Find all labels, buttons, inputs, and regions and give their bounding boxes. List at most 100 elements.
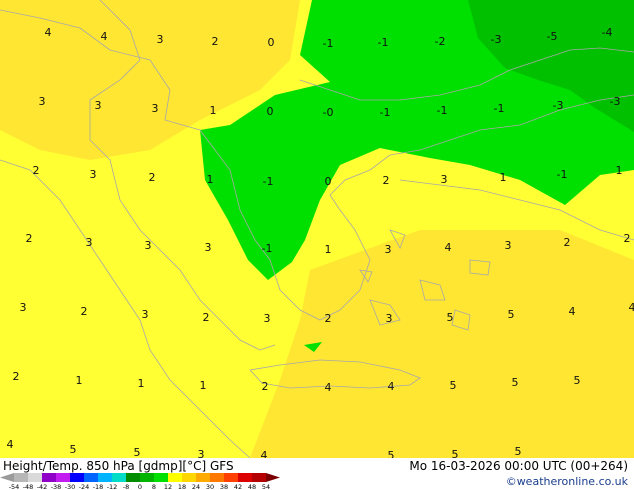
- scale-tick-label: 0: [138, 483, 142, 490]
- contour-label: 4: [325, 381, 332, 394]
- contour-label: 3: [441, 173, 448, 186]
- contour-label: 5: [452, 448, 459, 458]
- scale-tick-label: -30: [65, 483, 76, 490]
- contour-label: -3: [553, 99, 564, 112]
- scale-tick-label: -8: [123, 483, 129, 490]
- contour-label: -0: [323, 106, 334, 119]
- scale-swatch: [224, 473, 238, 482]
- contour-label: 2: [262, 380, 269, 393]
- scale-swatch: [14, 473, 28, 482]
- contour-label: 2: [33, 164, 40, 177]
- contour-label: -1: [378, 36, 389, 49]
- contour-label: 2: [564, 236, 571, 249]
- contour-label: 2: [624, 232, 631, 245]
- contour-label: 3: [198, 448, 205, 458]
- contour-label: -5: [547, 30, 558, 43]
- contour-label: 3: [152, 102, 159, 115]
- contour-label: -3: [610, 95, 621, 108]
- contour-label: 4: [388, 380, 395, 393]
- scale-tick-label: -12: [107, 483, 118, 490]
- contour-label: 5: [508, 308, 515, 321]
- scale-swatch: [56, 473, 70, 482]
- contour-label: 3: [385, 243, 392, 256]
- contour-label: 4: [569, 305, 576, 318]
- scale-swatch: [182, 473, 196, 482]
- contour-label: 3: [90, 168, 97, 181]
- contour-label: 2: [203, 311, 210, 324]
- contour-label: 4: [7, 438, 14, 451]
- scale-tick-label: 48: [248, 483, 256, 490]
- contour-label: -1: [323, 37, 334, 50]
- scale-swatch: [154, 473, 168, 482]
- scale-swatch: [266, 473, 280, 482]
- contour-label: -1: [380, 106, 391, 119]
- scale-swatch: [140, 473, 154, 482]
- contour-label: 1: [138, 377, 145, 390]
- contour-label: 0: [267, 105, 274, 118]
- scale-tick-label: 18: [178, 483, 186, 490]
- contour-label: 3: [39, 95, 46, 108]
- scale-swatch: [98, 473, 112, 482]
- color-scale-bar: -54 -48 -42 -38 -30 -24 -18 -12 -8 0 8 12 18 24 30 38 42…: [0, 473, 280, 490]
- contour-label: 4: [101, 30, 108, 43]
- contour-label: -3: [491, 33, 502, 46]
- contour-label: 2: [383, 174, 390, 187]
- contour-label: 4: [261, 449, 268, 458]
- contour-label: 5: [512, 376, 519, 389]
- contour-label: -1: [263, 175, 274, 188]
- contour-label: 4: [629, 301, 634, 314]
- contour-label: 5: [70, 443, 77, 456]
- contour-label: 5: [450, 379, 457, 392]
- contour-label: 1: [325, 243, 332, 256]
- contour-label: 3: [142, 308, 149, 321]
- scale-tick-label: 8: [152, 483, 156, 490]
- scale-swatch: [84, 473, 98, 482]
- contour-label: 3: [264, 312, 271, 325]
- contour-label: 2: [13, 370, 20, 383]
- contour-label: 3: [20, 301, 27, 314]
- contour-label: -1: [262, 242, 273, 255]
- contour-label: 3: [157, 33, 164, 46]
- contour-label: 3: [86, 236, 93, 249]
- scale-tick-label: 38: [220, 483, 228, 490]
- contour-label: 2: [26, 232, 33, 245]
- scale-swatch: [112, 473, 126, 482]
- contour-label: 5: [447, 311, 454, 324]
- contour-label: 3: [205, 241, 212, 254]
- contour-label: -1: [557, 168, 568, 181]
- scale-tick-label: 12: [164, 483, 172, 490]
- scale-swatch: [126, 473, 140, 482]
- contour-label: 2: [149, 171, 156, 184]
- contour-label: 2: [325, 312, 332, 325]
- contour-label: 3: [145, 239, 152, 252]
- contour-label: 0: [325, 175, 332, 188]
- scale-swatch: [168, 473, 182, 482]
- contour-label: 1: [76, 374, 83, 387]
- scale-tick-label: -42: [37, 483, 48, 490]
- scale-swatch: [28, 473, 42, 482]
- scale-tick-label: 42: [234, 483, 242, 490]
- contour-label: 3: [505, 239, 512, 252]
- scale-tick-label: 24: [192, 483, 200, 490]
- scale-tick-label: -18: [93, 483, 104, 490]
- credit-link[interactable]: ©weatheronline.co.uk: [506, 475, 628, 488]
- contour-label: 1: [207, 173, 214, 186]
- scale-tick-label: -38: [51, 483, 62, 490]
- scale-swatch: [210, 473, 224, 482]
- contour-label: 5: [515, 445, 522, 458]
- contour-label: 1: [210, 104, 217, 117]
- contour-label: 5: [574, 374, 581, 387]
- contour-label: 4: [45, 26, 52, 39]
- scale-tick-label: -54: [9, 483, 20, 490]
- contour-label: 1: [616, 164, 623, 177]
- scale-tick-label: 30: [206, 483, 214, 490]
- scale-swatch: [70, 473, 84, 482]
- contour-label: 3: [95, 99, 102, 112]
- contour-label: -1: [437, 104, 448, 117]
- contour-label: -2: [435, 35, 446, 48]
- scale-tick-label: -24: [79, 483, 90, 490]
- scale-swatch: [238, 473, 252, 482]
- contour-label: 5: [388, 449, 395, 458]
- contour-label: -1: [494, 102, 505, 115]
- scale-swatch: [42, 473, 56, 482]
